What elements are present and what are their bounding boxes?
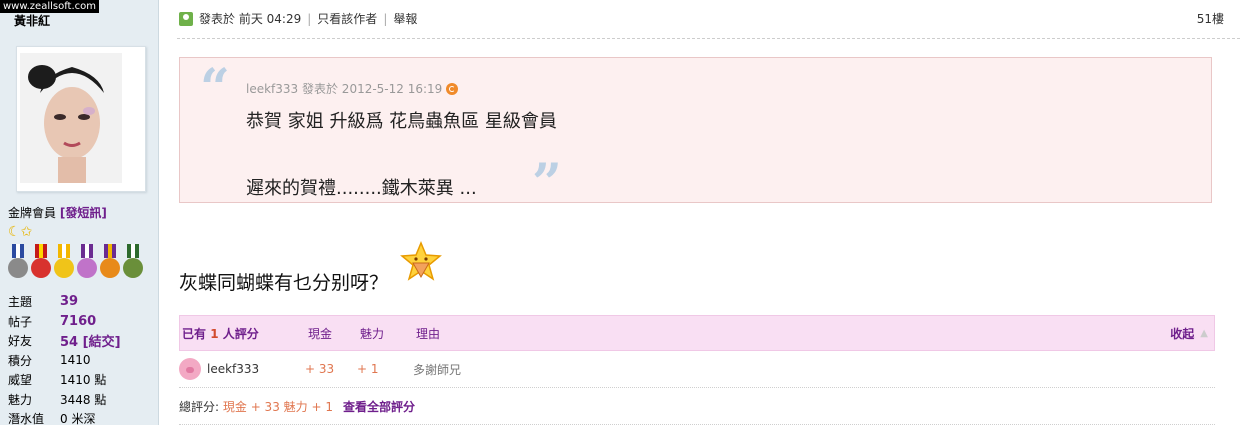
avatar-portrait: [20, 53, 122, 183]
medal-icon[interactable]: [31, 244, 51, 280]
medal-icon[interactable]: [123, 244, 143, 280]
online-status-icon: [179, 11, 193, 26]
rating-charm: + 1: [357, 362, 379, 376]
total-value: 現金 + 33 魅力 + 1: [222, 399, 333, 414]
divider: |: [307, 11, 312, 26]
stat-topics: 主題 39: [8, 292, 121, 312]
friends-count[interactable]: 54: [60, 335, 78, 350]
member-group: 金牌會員 [發短訊]: [8, 204, 107, 221]
medal-icon[interactable]: [8, 244, 28, 280]
collapse-button[interactable]: 收起: [1170, 325, 1194, 342]
quote-meta: leekf333 發表於 2012-5-12 16:19: [246, 80, 459, 97]
send-pm-link[interactable]: [發短訊]: [60, 206, 107, 220]
stat-charm: 魅力 3448 點: [8, 390, 121, 410]
stat-label: 魅力: [8, 392, 33, 407]
stat-value: 1410: [60, 353, 91, 368]
medal-icon[interactable]: [100, 244, 120, 280]
stat-label: 帖子: [8, 314, 33, 329]
floor-number[interactable]: 51樓: [1197, 10, 1224, 27]
quote-line: 恭賀 家姐 升級爲 花鳥蟲魚區 星級會員: [246, 111, 557, 132]
stat-credits: 積分 1410: [8, 351, 121, 371]
stat-value: 1410 點: [60, 373, 107, 388]
quote-author: leekf333 發表於 2012-5-12 16:19: [246, 82, 443, 96]
stat-value[interactable]: 7160: [60, 314, 96, 329]
stat-prestige: 威望 1410 點: [8, 370, 121, 390]
posted-time: 前天 04:29: [238, 12, 302, 26]
author-name[interactable]: 黃非紅: [14, 12, 50, 29]
only-author-link[interactable]: 只看該作者: [317, 10, 377, 27]
moon-icon: ☾: [8, 224, 21, 240]
divider: [177, 38, 1240, 39]
rating-cash: + 33: [305, 362, 335, 376]
view-all-ratings-link[interactable]: 查看全部評分: [343, 398, 415, 415]
star-icon: ✩: [20, 224, 33, 240]
rank-stars: ☾✩: [8, 224, 32, 240]
stat-lurk: 潛水值 0 米深: [8, 409, 121, 429]
rating-count-value: 1: [210, 326, 219, 341]
post-content: 發表於 前天 04:29 | 只看該作者 | 舉報 51樓 “ leekf333…: [159, 0, 1240, 425]
stat-label: 威望: [8, 373, 33, 388]
stat-posts: 帖子 7160: [8, 312, 121, 332]
quote-open-icon: “: [200, 58, 230, 119]
group-label: 金牌會員: [8, 206, 57, 220]
rater: leekf333: [179, 358, 305, 380]
report-link[interactable]: 舉報: [393, 10, 417, 27]
stat-value[interactable]: 54 [結交]: [60, 331, 121, 350]
divider: |: [383, 11, 388, 26]
total-label: 總評分:: [179, 399, 220, 414]
rating-count: 已有 1 人評分: [180, 325, 308, 342]
medals: [8, 244, 143, 280]
quote-block: “ leekf333 發表於 2012-5-12 16:19 恭賀 家姐 升級爲…: [179, 57, 1212, 210]
author-stats: 主題 39 帖子 7160 好友 54 [結交] 積分 1410 威望 1410 點 魅力…: [8, 292, 121, 429]
post-header: 發表於 前天 04:29 | 只看該作者 | 舉報: [179, 10, 417, 27]
rating-table: 已有 1 人評分 現金 魅力 理由 收起 ▲ leekf333 + 33 + 1…: [179, 315, 1215, 425]
rating-header: 已有 1 人評分 現金 魅力 理由 收起 ▲: [179, 315, 1215, 351]
smiley-emoticon-icon: [400, 241, 442, 281]
add-friend-link[interactable]: [結交]: [83, 335, 121, 350]
quote-line: 遲來的賀禮........鐵木萊異 ...: [246, 178, 477, 199]
watermark: www.zeallsoft.com: [0, 0, 100, 13]
col-reason: 理由: [416, 326, 441, 341]
col-cash: 現金: [308, 326, 333, 341]
stat-label: 積分: [8, 353, 33, 368]
col-charm: 魅力: [360, 326, 385, 341]
author-sidebar: 黃非紅 金牌會員 [發短訊] ☾✩ 主題 39 帖子 7160 好友 54 [結交]: [0, 0, 159, 426]
rating-prefix: 已有: [182, 326, 207, 341]
rating-row: leekf333 + 33 + 1 多謝師兄: [179, 351, 1215, 388]
rating-reason: 多謝師兄: [413, 362, 462, 377]
posted-label: 發表於: [199, 12, 236, 26]
stat-value[interactable]: 39: [60, 294, 78, 309]
stat-friends: 好友 54 [結交]: [8, 331, 121, 351]
medal-icon[interactable]: [54, 244, 74, 280]
back-to-post-icon[interactable]: [446, 82, 459, 95]
quote-close-icon: ”: [532, 153, 562, 214]
rating-total: 總評分: 現金 + 33 魅力 + 1 查看全部評分: [179, 388, 1215, 425]
stat-label: 主題: [8, 295, 33, 310]
collapse-arrow-icon[interactable]: ▲: [1200, 328, 1208, 339]
post-message: 灰蝶同蝴蝶有乜分别呀？: [179, 272, 389, 294]
medal-icon[interactable]: [77, 244, 97, 280]
rating-suffix: 人評分: [222, 326, 259, 341]
rater-name[interactable]: leekf333: [207, 362, 259, 376]
stat-value: 3448 點: [60, 392, 107, 407]
stat-label: 好友: [8, 334, 33, 349]
rater-avatar-icon[interactable]: [179, 358, 201, 380]
avatar[interactable]: [16, 46, 146, 192]
